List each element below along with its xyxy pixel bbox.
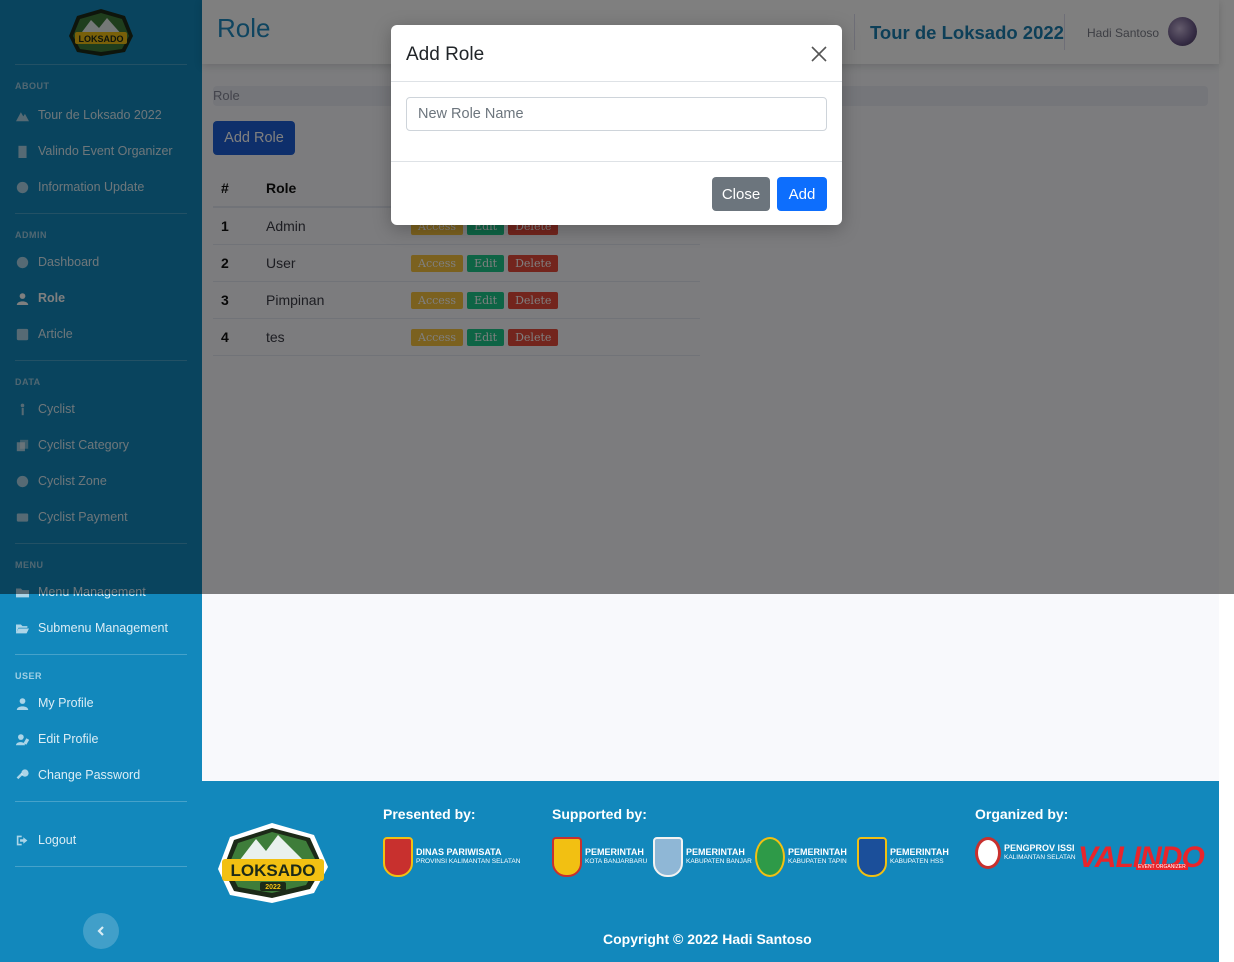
sidebar-heading-user: User [15,671,43,681]
sponsor-title: Pemerintah [788,847,847,857]
svg-text:LOKSADO: LOKSADO [231,861,316,880]
sidebar-item-change-password[interactable]: Change Password [0,757,202,793]
sponsor-subtitle: Kalimantan Selatan [1004,854,1076,861]
close-icon [811,46,827,62]
sponsor-banjar: Pemerintah Kabupaten Banjar [653,837,752,877]
folder-open-icon [16,622,29,635]
sidebar-item-submenu-management[interactable]: Submenu Management [0,610,202,646]
sponsor-subtitle: Kabupaten Tapin [788,858,847,865]
sidebar-item-label: My Profile [38,696,94,710]
loksado-footer-logo: LOKSADO 2022 [218,823,328,903]
add-button[interactable]: Add [777,177,827,211]
sign-out-icon [16,834,29,847]
sidebar-item-logout[interactable]: Logout [0,822,202,858]
role-name-input[interactable] [406,97,827,131]
add-role-modal: Add Role Close Add [391,25,842,225]
close-button[interactable]: Close [712,177,770,211]
key-icon [16,768,29,782]
modal-title: Add Role [406,44,485,65]
sponsor-subtitle: Kota Banjarbaru [585,858,648,865]
sponsor-title: Pemerintah [890,847,949,857]
modal-close-button[interactable] [809,44,829,64]
sponsor-tapin: Pemerintah Kabupaten Tapin [755,837,847,877]
modal-body [391,82,842,162]
sidebar-toggle-button[interactable] [83,913,119,949]
sidebar-item-my-profile[interactable]: My Profile [0,685,202,721]
tapin-emblem-icon [755,837,785,877]
user-edit-icon [16,733,29,746]
organized-by-label: Organized by: [975,806,1069,822]
hss-emblem-icon [857,837,887,877]
sponsor-dispar: Dinas Pariwisata Provinsi Kalimantan Sela… [383,837,520,877]
copyright-text: Copyright © 2022 Hadi Santoso [603,931,812,947]
valindo-logo-subtitle: EVENT ORGANIZER [1136,864,1188,870]
issi-emblem-icon [975,837,1001,869]
sidebar-item-edit-profile[interactable]: Edit Profile [0,721,202,757]
footer: LOKSADO 2022 Presented by: Supported by:… [202,781,1219,962]
chevron-left-icon [97,926,104,936]
presented-by-label: Presented by: [383,806,476,822]
sponsor-issi: Pengprov ISSI Kalimantan Selatan [975,837,1076,869]
sponsor-title: Pemerintah [686,847,745,857]
sidebar-item-label: Change Password [38,768,141,782]
banjar-emblem-icon [653,837,683,877]
user-icon [16,697,29,710]
sidebar-divider [15,866,187,867]
sponsor-hss: Pemerintah Kabupaten HSS [857,837,949,877]
banjarbaru-emblem-icon [552,837,582,877]
sponsor-subtitle: Kabupaten Banjar [686,858,752,865]
sponsor-subtitle: Provinsi Kalimantan Selatan [416,858,521,865]
sponsor-subtitle: Kabupaten HSS [890,858,944,865]
sidebar-item-label: Logout [38,833,77,847]
sponsor-title: Dinas Pariwisata [416,847,502,857]
dispar-emblem-icon [383,837,413,877]
sponsor-title: Pemerintah [585,847,644,857]
sidebar-item-label: Submenu Management [38,621,168,635]
sidebar-item-label: Edit Profile [38,732,99,746]
svg-text:2022: 2022 [265,884,281,891]
sponsor-title: Pengprov ISSI [1004,843,1075,853]
modal-header: Add Role [391,25,842,82]
sponsor-banjarbaru: Pemerintah Kota Banjarbaru [552,837,647,877]
modal-footer: Close Add [391,162,842,224]
supported-by-label: Supported by: [552,806,647,822]
